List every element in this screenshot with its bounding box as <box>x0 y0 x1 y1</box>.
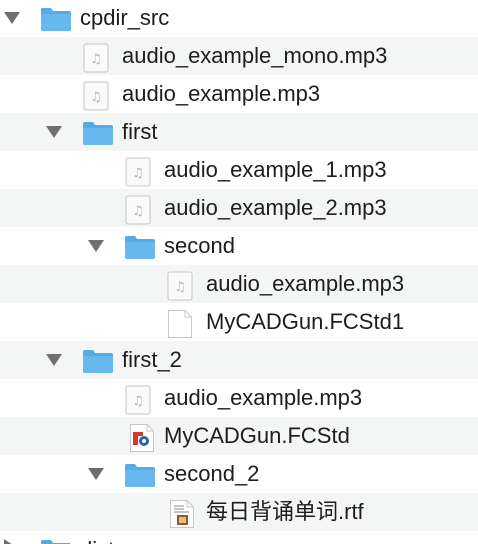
audio-file-icon: ♫ <box>125 195 151 225</box>
tree-row-mycadgun-fcstd[interactable]: MyCADGun.FCStd <box>0 417 478 455</box>
audio-file-icon: ♫ <box>83 43 109 73</box>
disclosure-triangle-icon[interactable] <box>88 468 104 480</box>
folder-icon <box>41 8 71 31</box>
tree-row-mycadgun-fcstd1[interactable]: MyCADGun.FCStd1 <box>0 303 478 341</box>
tree-row-label: second_2 <box>164 461 260 486</box>
tree-row-label: MyCADGun.FCStd1 <box>206 309 405 334</box>
tree-row-label: audio_example_mono.mp3 <box>122 43 388 68</box>
tree-row-label: 每日背诵单词.rtf <box>206 499 364 524</box>
folder-icon <box>125 464 155 487</box>
tree-row-audio-example-2[interactable]: ♫ audio_example_2.mp3 <box>0 189 478 227</box>
tree-row-audio-example-mono[interactable]: ♫ audio_example_mono.mp3 <box>0 37 478 75</box>
tree-row-label: first <box>122 119 158 144</box>
disclosure-triangle-icon[interactable] <box>4 12 20 24</box>
tree-row-label: MyCADGun.FCStd <box>164 423 350 448</box>
svg-text:♫: ♫ <box>90 90 102 105</box>
disclosure-triangle-collapsed-icon[interactable] <box>4 539 16 544</box>
file-tree: cpdir_src ♫ audio_example_mono.mp3 ♫ aud… <box>0 0 478 544</box>
tree-row-label: audio_example_2.mp3 <box>164 195 387 220</box>
svg-text:♫: ♫ <box>132 394 144 409</box>
tree-row-dist[interactable]: dist <box>0 531 478 544</box>
svg-text:♫: ♫ <box>174 280 186 295</box>
audio-file-icon: ♫ <box>167 271 193 301</box>
tree-row-label: second <box>164 233 235 258</box>
folder-icon <box>125 236 155 259</box>
folder-icon <box>83 122 113 145</box>
tree-row-label: dist <box>80 531 114 544</box>
tree-row-label: audio_example.mp3 <box>206 271 405 296</box>
folder-icon <box>83 350 113 373</box>
folder-icon <box>41 540 71 544</box>
rtf-document-icon <box>170 500 194 528</box>
blank-document-icon <box>168 310 192 338</box>
tree-row-label: cpdir_src <box>80 5 170 30</box>
audio-file-icon: ♫ <box>125 157 151 187</box>
tree-row-label: audio_example.mp3 <box>164 385 363 410</box>
tree-row-first-2-audio-example[interactable]: ♫ audio_example.mp3 <box>0 379 478 417</box>
audio-file-icon: ♫ <box>125 385 151 415</box>
tree-row-second-audio-example[interactable]: ♫ audio_example.mp3 <box>0 265 478 303</box>
tree-row-first[interactable]: first <box>0 113 478 151</box>
tree-row-audio-example[interactable]: ♫ audio_example.mp3 <box>0 75 478 113</box>
svg-text:♫: ♫ <box>132 204 144 219</box>
audio-file-icon: ♫ <box>83 81 109 111</box>
tree-row-audio-example-1[interactable]: ♫ audio_example_1.mp3 <box>0 151 478 189</box>
tree-row-second[interactable]: second <box>0 227 478 265</box>
tree-row-second-2[interactable]: second_2 <box>0 455 478 493</box>
svg-text:♫: ♫ <box>132 166 144 181</box>
svg-text:♫: ♫ <box>90 52 102 67</box>
disclosure-triangle-icon[interactable] <box>46 354 62 366</box>
tree-row-cpdir-src[interactable]: cpdir_src <box>0 0 478 37</box>
tree-row-first-2[interactable]: first_2 <box>0 341 478 379</box>
disclosure-triangle-icon[interactable] <box>46 126 62 138</box>
tree-row-label: first_2 <box>122 347 182 372</box>
disclosure-triangle-icon[interactable] <box>88 240 104 252</box>
tree-row-label: audio_example.mp3 <box>122 81 321 106</box>
tree-row-rtf-file[interactable]: 每日背诵单词.rtf <box>0 493 478 531</box>
tree-row-label: audio_example_1.mp3 <box>164 157 387 182</box>
freecad-file-icon <box>130 424 154 452</box>
